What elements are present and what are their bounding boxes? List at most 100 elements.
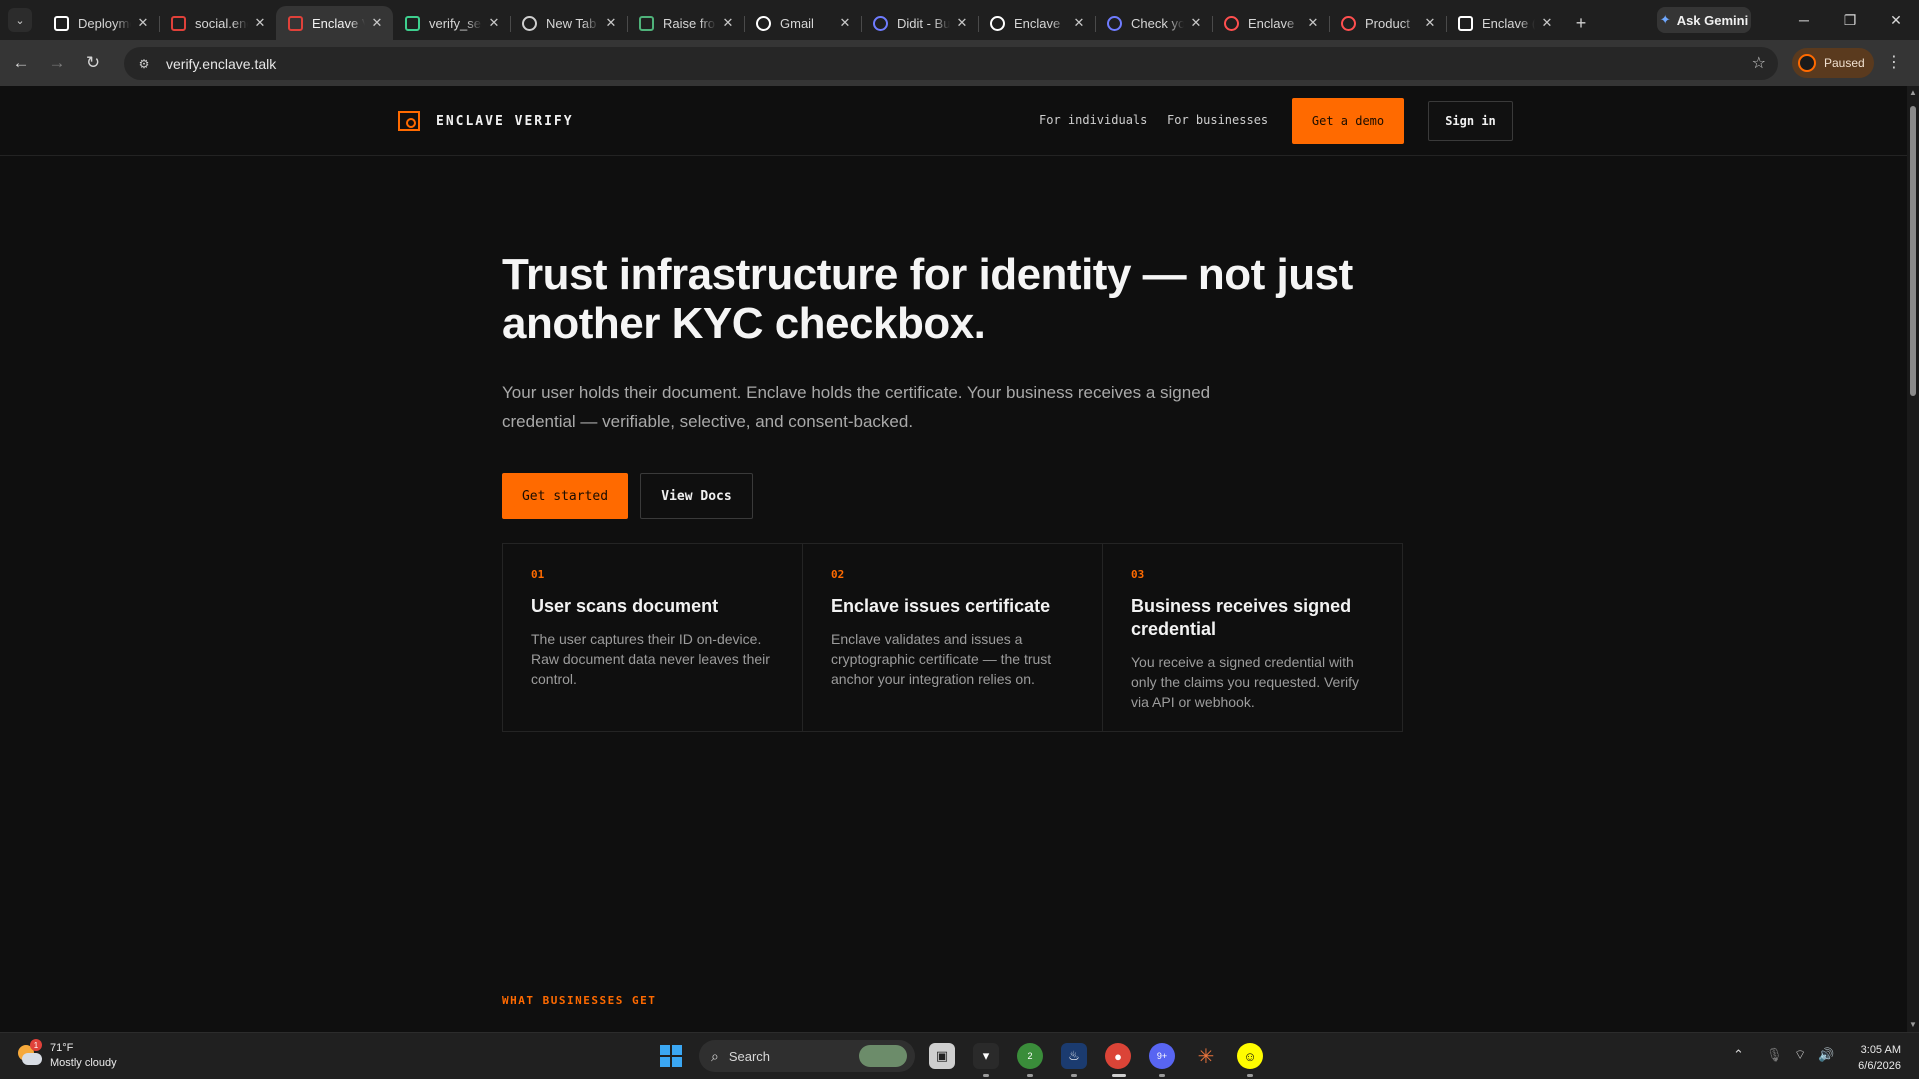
browser-tab[interactable]: Enclave Verify✕ [276, 6, 393, 40]
bookmark-star-icon[interactable]: ☆ [1752, 53, 1766, 73]
task-view-icon[interactable]: ▣ [929, 1043, 955, 1069]
scrollbar-thumb[interactable] [1910, 106, 1916, 396]
step-card: 03 Business receives signed credential Y… [1103, 544, 1402, 731]
snapchat-icon[interactable]: ☺ [1237, 1043, 1263, 1069]
wifi-icon[interactable]: ⌔ [1794, 1047, 1806, 1063]
view-docs-button[interactable]: View Docs [640, 473, 753, 519]
browser-tab[interactable]: Enclave (✕ [1446, 6, 1563, 40]
forward-button[interactable]: → [42, 48, 72, 78]
system-clock[interactable]: 3:05 AM 6/6/2026 [1843, 1042, 1901, 1074]
ask-gemini-button[interactable]: ✦ Ask Gemini [1657, 7, 1751, 33]
tray-overflow-icon[interactable]: ⌃ [1733, 1047, 1744, 1063]
step-card: 02 Enclave issues certificate Enclave va… [803, 544, 1103, 731]
browser-tab[interactable]: New Tab ✕ [510, 6, 627, 40]
site-header: ENCLAVE VERIFY For individuals For busin… [0, 86, 1907, 156]
claude-icon[interactable]: ✳ [1193, 1043, 1219, 1069]
hero-subtitle: Your user holds their document. Enclave … [502, 383, 1211, 431]
close-tab-icon[interactable]: ✕ [1422, 15, 1438, 31]
tab-title: Enclave ( [1482, 15, 1535, 31]
browser-toolbar: ← → ↻ ⚙ verify.enclave.talk ☆ Paused ⋮ [0, 40, 1919, 86]
chrome-icon [522, 15, 537, 31]
running-indicator [1159, 1074, 1165, 1077]
brand-logo-link[interactable]: ENCLAVE VERIFY [398, 111, 574, 131]
chrome-alt-icon[interactable]: 2 [1017, 1043, 1043, 1069]
tab-search-button[interactable]: ⌄ [8, 8, 32, 32]
minimize-button[interactable]: ─ [1781, 0, 1827, 40]
close-tab-icon[interactable]: ✕ [1305, 15, 1321, 31]
site-info-icon[interactable]: ⚙ [132, 52, 156, 76]
menu-kebab-icon[interactable]: ⋮ [1886, 52, 1902, 72]
terminal-app-icon[interactable]: ▾ [973, 1043, 999, 1069]
scroll-up-icon[interactable]: ▲ [1909, 88, 1917, 97]
reload-button[interactable]: ↻ [78, 48, 108, 78]
search-highlight-image [859, 1045, 907, 1067]
steam-icon[interactable]: ♨ [1061, 1043, 1087, 1069]
close-tab-icon[interactable]: ✕ [486, 15, 502, 31]
browser-tab[interactable]: Product ✕ [1329, 6, 1446, 40]
chrome-icon[interactable]: ● [1105, 1043, 1131, 1069]
weather-temp: 71°F [50, 1042, 74, 1054]
close-tab-icon[interactable]: ✕ [252, 15, 268, 31]
forward-arrow-icon: → [48, 53, 66, 72]
discord-icon[interactable]: 9+ [1149, 1043, 1175, 1069]
close-window-button[interactable]: ✕ [1873, 0, 1919, 40]
address-bar[interactable]: ⚙ verify.enclave.talk ☆ [124, 47, 1778, 80]
step-number: 02 [831, 568, 845, 581]
browser-tab[interactable]: Enclave ✕ [978, 6, 1095, 40]
clock-time: 3:05 AM [1860, 1044, 1901, 1056]
browser-tab[interactable]: Raise from✕ [627, 6, 744, 40]
step-number: 03 [1131, 568, 1145, 581]
google-icon [756, 15, 771, 31]
windows-start-icon[interactable] [658, 1043, 684, 1069]
nav-for-individuals[interactable]: For individuals [1039, 113, 1147, 127]
scroll-down-icon[interactable]: ▼ [1909, 1020, 1917, 1029]
new-tab-button[interactable]: + [1567, 9, 1595, 37]
browser-tab[interactable]: Deployments✕ [42, 6, 159, 40]
browser-tab[interactable]: verify_search✕ [393, 6, 510, 40]
back-button[interactable]: ← [6, 48, 36, 78]
step-title: User scans document [531, 596, 719, 616]
raise-icon [639, 15, 654, 31]
profile-button[interactable]: Paused [1792, 48, 1874, 78]
close-tab-icon[interactable]: ✕ [369, 15, 385, 31]
tab-title: Enclave Verify [312, 15, 365, 31]
browser-tab[interactable]: Check your✕ [1095, 6, 1212, 40]
browser-tab[interactable]: Enclave ✕ [1212, 6, 1329, 40]
get-demo-button[interactable]: Get a demo [1292, 98, 1404, 144]
producthunt-icon [1224, 15, 1239, 31]
back-arrow-icon: ← [12, 53, 30, 72]
nav-for-businesses[interactable]: For businesses [1167, 113, 1268, 127]
steps-grid: 01 User scans document The user captures… [502, 543, 1403, 732]
step-description: Enclave validates and issues a cryptogra… [831, 631, 1052, 687]
tab-list: Deployments✕social.enclave✕Enclave Verif… [42, 0, 1595, 40]
close-tab-icon[interactable]: ✕ [603, 15, 619, 31]
sign-in-button[interactable]: Sign in [1428, 101, 1513, 141]
github-icon [990, 15, 1005, 31]
close-tab-icon[interactable]: ✕ [837, 15, 853, 31]
running-indicator [1071, 1074, 1077, 1077]
close-tab-icon[interactable]: ✕ [1539, 15, 1555, 31]
tab-strip: ⌄ Deployments✕social.enclave✕Enclave Ver… [0, 0, 1919, 40]
close-tab-icon[interactable]: ✕ [1071, 15, 1087, 31]
tab-title: Enclave [1014, 15, 1061, 31]
browser-tab[interactable]: Gmail ✕ [744, 6, 861, 40]
close-tab-icon[interactable]: ✕ [135, 15, 151, 31]
chevron-down-icon: ⌄ [15, 14, 25, 27]
close-tab-icon[interactable]: ✕ [954, 15, 970, 31]
tab-title: verify_search [429, 15, 482, 31]
browser-tab[interactable]: social.enclave✕ [159, 6, 276, 40]
volume-icon[interactable]: 🔊 [1818, 1047, 1834, 1063]
close-tab-icon[interactable]: ✕ [1188, 15, 1204, 31]
how-it-works-label: HOW IT WORKS [502, 504, 600, 517]
running-indicator [1027, 1074, 1033, 1077]
weather-widget[interactable]: 1 71°F Mostly cloudy [16, 1039, 117, 1071]
restore-button[interactable]: ❐ [1827, 0, 1873, 40]
step-title: Business receives signed credential [1131, 596, 1352, 639]
browser-tab[interactable]: Didit - Bu ✕ [861, 6, 978, 40]
page-scrollbar[interactable]: ▲ ▼ [1907, 86, 1919, 1032]
close-tab-icon[interactable]: ✕ [720, 15, 736, 31]
taskbar-search[interactable]: ⌕ Search [699, 1040, 915, 1072]
microphone-icon[interactable]: 🎙 [1766, 1047, 1783, 1063]
windows-taskbar: 1 71°F Mostly cloudy ⌕ Search ▣ ▾ 2 ♨ ● … [0, 1032, 1919, 1079]
step-description: The user captures their ID on-device. Ra… [531, 631, 770, 687]
